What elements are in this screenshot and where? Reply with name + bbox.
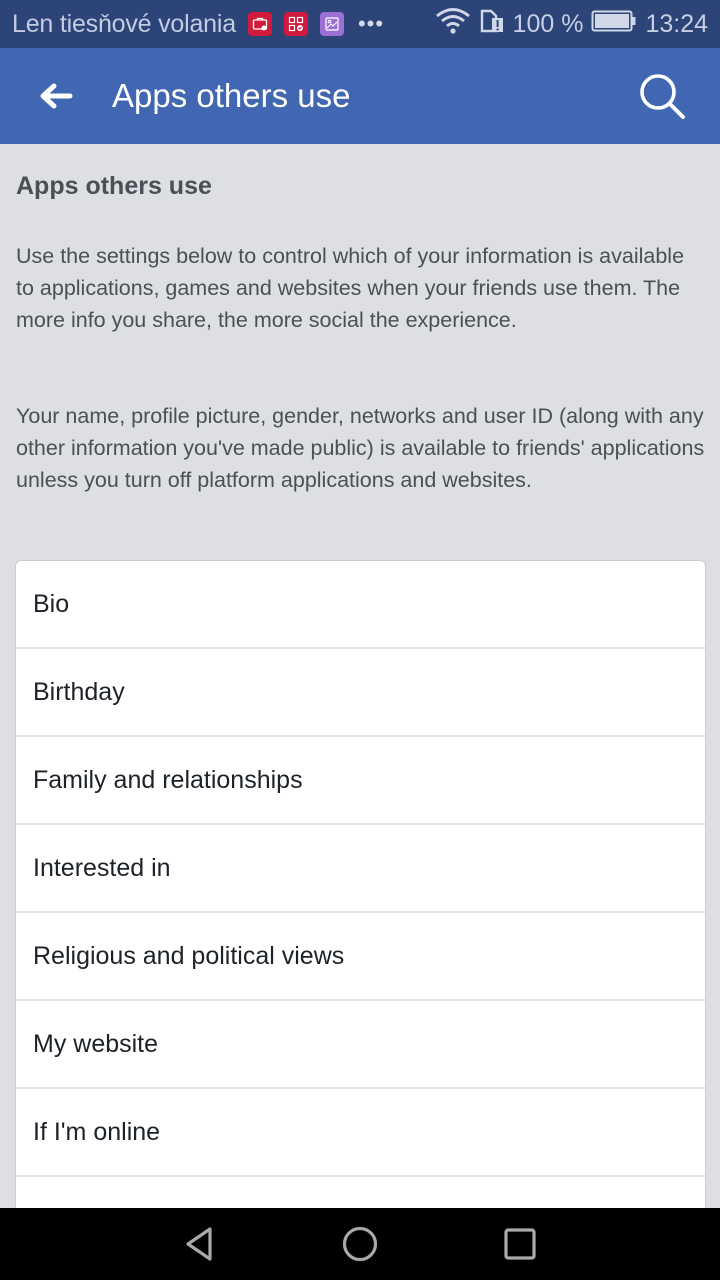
battery-icon bbox=[591, 9, 637, 40]
wifi-icon bbox=[435, 7, 471, 42]
clock: 13:24 bbox=[645, 9, 708, 38]
setting-row-birthday[interactable]: Birthday bbox=[16, 649, 705, 737]
description-paragraph: Use the settings below to control which … bbox=[16, 244, 685, 332]
system-nav-bar bbox=[0, 1208, 720, 1280]
app-grid-check-icon bbox=[283, 12, 308, 36]
setting-row-if-online[interactable]: If I'm online bbox=[16, 1089, 705, 1177]
setting-row-partial[interactable] bbox=[16, 1177, 705, 1208]
setting-row-bio[interactable]: Bio bbox=[16, 561, 705, 649]
content-area[interactable]: Apps others use Use the settings below t… bbox=[0, 144, 720, 1208]
carrier-text: Len tiesňové volania bbox=[12, 9, 236, 38]
battery-percent: 100 % bbox=[512, 9, 584, 38]
back-button[interactable] bbox=[28, 68, 84, 124]
public-info-paragraph: Your name, profile picture, gender, netw… bbox=[16, 404, 705, 492]
home-circle-icon bbox=[342, 1226, 378, 1262]
gallery-icon bbox=[319, 12, 344, 36]
sim-alert-icon bbox=[479, 8, 505, 41]
search-icon bbox=[640, 74, 685, 119]
recents-square-icon bbox=[504, 1228, 536, 1260]
status-left: Len tiesňové volania ••• bbox=[12, 10, 435, 39]
page-title: Apps others use bbox=[112, 77, 351, 114]
setting-row-religious-political-views[interactable]: Religious and political views bbox=[16, 913, 705, 1001]
nav-back-button[interactable] bbox=[176, 1220, 224, 1268]
more-notifications-icon: ••• bbox=[357, 11, 385, 36]
setting-row-interested-in[interactable]: Interested in bbox=[16, 825, 705, 913]
briefcase-icon bbox=[247, 12, 272, 36]
setting-row-my-website[interactable]: My website bbox=[16, 1001, 705, 1089]
back-triangle-icon bbox=[186, 1227, 212, 1261]
setting-row-family-relationships[interactable]: Family and relationships bbox=[16, 737, 705, 825]
search-button[interactable] bbox=[632, 66, 692, 126]
arrow-left-icon bbox=[40, 83, 73, 109]
settings-list: Bio Birthday Family and relationships In… bbox=[15, 560, 706, 1208]
status-bar: Len tiesňové volania ••• 100 % 13:24 bbox=[0, 0, 720, 48]
app-bar: Apps others use bbox=[0, 48, 720, 144]
section-heading: Apps others use bbox=[16, 172, 212, 200]
nav-recents-button[interactable] bbox=[496, 1220, 544, 1268]
status-right: 100 % 13:24 bbox=[435, 7, 708, 42]
nav-home-button[interactable] bbox=[336, 1220, 384, 1268]
